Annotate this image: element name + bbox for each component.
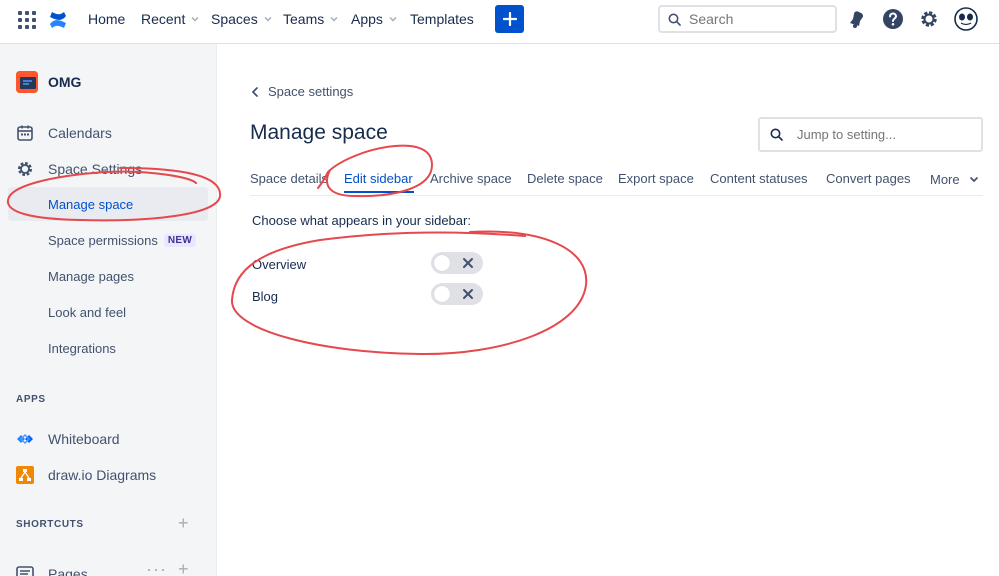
sidebar-prompt: Choose what appears in your sidebar: bbox=[252, 213, 471, 228]
nav-spaces-label: Spaces bbox=[211, 11, 258, 27]
add-page-icon[interactable]: + bbox=[178, 559, 189, 576]
nav-templates-label: Templates bbox=[410, 11, 474, 27]
search-input[interactable] bbox=[689, 11, 819, 27]
shortcuts-heading: SHORTCUTS bbox=[16, 519, 84, 530]
sidebar-item-integrations-label: Integrations bbox=[48, 341, 116, 356]
more-actions-icon[interactable]: ··· bbox=[146, 559, 167, 576]
sidebar-item-manage-space-label: Manage space bbox=[48, 197, 134, 212]
nav-home[interactable]: Home bbox=[88, 11, 125, 27]
page-title: Manage space bbox=[250, 121, 388, 144]
sidebar-item-calendars-label: Calendars bbox=[48, 125, 112, 141]
tab-space-details[interactable]: Space details bbox=[250, 171, 328, 186]
sidebar-item-whiteboard[interactable]: Whiteboard bbox=[16, 430, 120, 448]
chevron-down-icon bbox=[389, 16, 397, 22]
nav-apps-label: Apps bbox=[351, 11, 383, 27]
space-header[interactable]: OMG bbox=[16, 71, 81, 93]
tab-archive-space[interactable]: Archive space bbox=[430, 171, 512, 186]
tab-edit-sidebar[interactable]: Edit sidebar bbox=[344, 171, 413, 186]
search-box[interactable] bbox=[658, 5, 837, 33]
new-badge: NEW bbox=[163, 234, 197, 247]
avatar[interactable] bbox=[954, 7, 978, 31]
tab-export-space[interactable]: Export space bbox=[618, 171, 694, 186]
close-icon bbox=[463, 289, 473, 299]
tabs-divider bbox=[250, 195, 983, 196]
toggle-knob bbox=[434, 286, 450, 302]
sidebar-item-space-settings[interactable]: Space Settings bbox=[16, 160, 142, 178]
help-icon[interactable] bbox=[882, 8, 904, 30]
close-icon bbox=[463, 258, 473, 268]
space-logo-icon bbox=[16, 71, 38, 93]
sidebar-item-whiteboard-label: Whiteboard bbox=[48, 431, 120, 447]
sidebar-item-space-permissions-label: Space permissions bbox=[48, 233, 158, 248]
sidebar-item-pages-label: Pages bbox=[48, 566, 88, 576]
nav-teams[interactable]: Teams bbox=[283, 11, 339, 27]
jump-to-setting-input[interactable] bbox=[797, 127, 977, 142]
chevron-down-icon bbox=[969, 176, 978, 182]
sidebar-item-manage-pages[interactable]: Manage pages bbox=[48, 269, 134, 284]
nav-recent[interactable]: Recent bbox=[141, 11, 200, 27]
drawio-icon bbox=[16, 466, 34, 484]
sidebar-item-drawio[interactable]: draw.io Diagrams bbox=[16, 466, 156, 484]
space-name: OMG bbox=[48, 74, 82, 90]
nav-recent-label: Recent bbox=[141, 11, 186, 27]
sidebar-item-look-and-feel[interactable]: Look and feel bbox=[48, 305, 126, 320]
plus-icon bbox=[502, 12, 517, 26]
sidebar-item-manage-space[interactable]: Manage space bbox=[48, 197, 133, 212]
sidebar: OMG Calendars Space Settings Manage spac… bbox=[0, 44, 217, 576]
jump-to-setting-box[interactable] bbox=[758, 117, 983, 152]
search-icon bbox=[770, 128, 783, 141]
nav-spaces[interactable]: Spaces bbox=[211, 11, 273, 27]
toggle-label-blog: Blog bbox=[252, 289, 279, 304]
sidebar-item-manage-pages-label: Manage pages bbox=[48, 269, 135, 284]
nav-teams-label: Teams bbox=[283, 11, 325, 27]
create-button[interactable] bbox=[495, 5, 524, 33]
confluence-logo-icon[interactable] bbox=[48, 9, 68, 31]
calendar-icon bbox=[17, 125, 33, 141]
search-icon bbox=[668, 13, 681, 26]
nav-home-label: Home bbox=[88, 11, 126, 27]
sidebar-item-look-and-feel-label: Look and feel bbox=[48, 305, 127, 320]
chevron-down-icon bbox=[330, 16, 338, 22]
notification-icon[interactable] bbox=[846, 8, 868, 30]
top-navigation: Home Recent Spaces Teams Apps Templates bbox=[0, 0, 999, 44]
sidebar-item-space-permissions[interactable]: Space permissions NEW bbox=[48, 233, 197, 248]
back-link-label: Space settings bbox=[268, 84, 354, 99]
back-to-space-settings[interactable]: Space settings bbox=[250, 84, 353, 99]
tab-more[interactable]: More bbox=[930, 172, 980, 187]
sidebar-item-calendars[interactable]: Calendars bbox=[16, 124, 112, 142]
tab-convert-pages[interactable]: Convert pages bbox=[826, 171, 911, 186]
gear-icon bbox=[18, 162, 32, 176]
sidebar-item-drawio-label: draw.io Diagrams bbox=[48, 467, 157, 483]
sidebar-item-space-settings-label: Space Settings bbox=[48, 161, 143, 177]
apps-heading: APPS bbox=[16, 394, 46, 405]
chevron-down-icon bbox=[191, 16, 199, 22]
toggle-overview[interactable] bbox=[431, 252, 483, 274]
chevron-left-icon bbox=[251, 86, 258, 97]
pages-icon bbox=[16, 566, 34, 576]
tab-more-label: More bbox=[930, 172, 960, 187]
toggle-blog[interactable] bbox=[431, 283, 483, 305]
space-avatar bbox=[16, 71, 38, 93]
sidebar-item-pages[interactable]: Pages bbox=[16, 565, 88, 576]
chevron-down-icon bbox=[264, 16, 272, 22]
active-tab-indicator bbox=[344, 191, 414, 193]
nav-apps[interactable]: Apps bbox=[351, 11, 398, 27]
toggle-knob bbox=[434, 255, 450, 271]
sidebar-item-integrations[interactable]: Integrations bbox=[48, 341, 116, 356]
apps-grid-icon[interactable] bbox=[18, 11, 36, 29]
whiteboard-icon bbox=[17, 433, 33, 445]
add-shortcut-icon[interactable]: + bbox=[178, 513, 189, 534]
nav-templates[interactable]: Templates bbox=[410, 11, 474, 27]
tab-content-statuses[interactable]: Content statuses bbox=[710, 171, 808, 186]
settings-icon[interactable] bbox=[918, 8, 940, 30]
toggle-label-overview: Overview bbox=[252, 257, 307, 272]
tab-delete-space[interactable]: Delete space bbox=[527, 171, 603, 186]
